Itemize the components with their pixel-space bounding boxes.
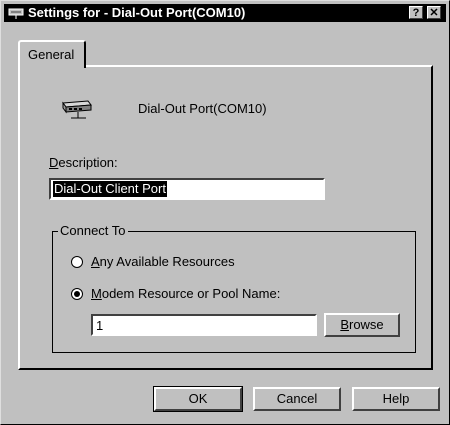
tab-general[interactable]: General	[18, 40, 86, 68]
description-value: Dial-Out Client Port	[53, 181, 167, 197]
port-name: Dial-Out Port(COM10)	[138, 101, 267, 116]
port-icon	[8, 8, 24, 19]
description-label-accel: D	[49, 155, 59, 170]
description-label: Description:	[49, 155, 118, 170]
settings-dialog: Settings for - Dial-Out Port(COM10) ? ✕ …	[0, 0, 450, 425]
help-title-button[interactable]: ?	[409, 6, 423, 19]
modem-resource-label[interactable]: Modem Resource or Pool Name:	[91, 286, 280, 301]
tab-general-label: General	[28, 47, 75, 62]
any-resources-label[interactable]: Any Available Resources	[91, 254, 235, 269]
description-label-rest: escription:	[58, 155, 118, 170]
close-button[interactable]: ✕	[427, 6, 441, 19]
description-input[interactable]: Dial-Out Client Port	[49, 178, 325, 200]
network-port-icon	[62, 100, 92, 119]
modem-resource-radio[interactable]	[71, 288, 83, 300]
pool-name-input[interactable]: 1	[91, 314, 317, 336]
radio-selected-dot	[74, 291, 80, 297]
title-bar[interactable]: Settings for - Dial-Out Port(COM10) ? ✕	[4, 4, 446, 22]
help-button[interactable]: Help	[352, 387, 440, 411]
window-title: Settings for - Dial-Out Port(COM10)	[28, 5, 246, 20]
browse-button[interactable]: Browse	[324, 313, 400, 337]
ok-button[interactable]: OK	[153, 386, 243, 412]
cancel-button[interactable]: Cancel	[253, 387, 341, 411]
any-resources-radio[interactable]	[71, 256, 83, 268]
connect-to-title: Connect To	[58, 223, 128, 238]
pool-name-value: 1	[96, 318, 104, 333]
